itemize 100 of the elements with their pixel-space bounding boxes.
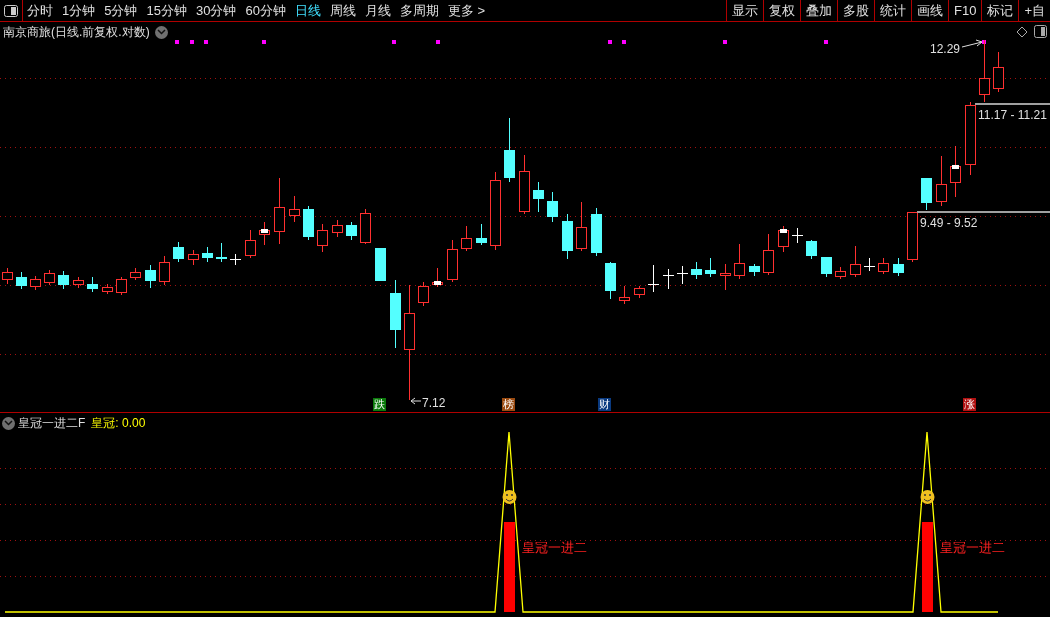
leader-arrow: [410, 397, 422, 405]
period-tab[interactable]: 60分钟: [245, 0, 286, 21]
candlestick: [73, 276, 84, 289]
smiley-icon: [502, 490, 517, 504]
candlestick: [245, 229, 256, 259]
chevron-down-icon[interactable]: [2, 416, 15, 430]
toolbar-button[interactable]: 统计: [874, 0, 911, 21]
candlestick: [676, 265, 689, 285]
price-range-label: 9.49 - 9.52: [920, 215, 978, 232]
candlestick: [749, 263, 760, 277]
low-price-label: 7.12: [422, 395, 446, 412]
candlestick: [390, 279, 401, 349]
period-tab[interactable]: 多周期: [399, 0, 439, 21]
signal-label: 皇冠一进二: [940, 539, 1005, 557]
toolbar-button[interactable]: 叠加: [800, 0, 837, 21]
candlestick: [821, 256, 832, 278]
indicator-value: 皇冠: 0.00: [91, 415, 146, 432]
candlestick: [87, 276, 98, 293]
chart-title: 南京商旅(日线.前复权.对数): [3, 24, 150, 41]
candlestick: [576, 201, 587, 252]
event-marker[interactable]: 榜: [502, 398, 515, 411]
toolbar-button[interactable]: 显示: [726, 0, 763, 21]
candlestick: [259, 221, 270, 246]
toolbar-button[interactable]: 标记: [981, 0, 1019, 21]
smiley-icon: [920, 490, 935, 504]
candlestick: [791, 227, 804, 244]
candlestick: [705, 257, 716, 278]
candlestick: [188, 249, 199, 266]
candlestick: [662, 268, 675, 290]
candlestick: [533, 181, 544, 213]
panel-toggle-icon[interactable]: [1034, 25, 1047, 38]
candlestick: [504, 117, 515, 183]
period-tab[interactable]: 5分钟: [104, 0, 138, 21]
indicator-name: 皇冠一进二F: [18, 415, 86, 432]
candlestick: [605, 261, 616, 300]
candlestick: [289, 195, 300, 223]
toolbar-button[interactable]: +自: [1018, 0, 1050, 21]
candlestick: [116, 276, 127, 296]
period-tab[interactable]: 30分钟: [195, 0, 237, 21]
candlestick: [647, 264, 660, 293]
candlestick: [734, 243, 745, 280]
candlestick: [850, 245, 861, 278]
candlestick: [806, 239, 817, 260]
candlestick: [878, 257, 889, 275]
toolbar-button[interactable]: 复权: [763, 0, 800, 21]
event-marker[interactable]: 跌: [373, 398, 386, 411]
event-marker[interactable]: 涨: [963, 398, 976, 411]
candlestick: [950, 145, 961, 198]
candlestick: [216, 242, 227, 263]
candlestick: [346, 221, 357, 241]
chevron-down-icon[interactable]: [154, 25, 168, 39]
event-marker[interactable]: 财: [598, 398, 611, 411]
candlestick: [461, 225, 472, 252]
candlestick: [907, 211, 918, 263]
candlestick: [619, 285, 630, 305]
candlestick: [58, 270, 69, 290]
high-price-label: 12.29: [930, 41, 961, 58]
candlestick: [447, 239, 458, 283]
candlestick: [130, 267, 141, 281]
candlestick: [274, 177, 285, 245]
candlestick: [102, 283, 113, 295]
candlestick: [16, 271, 27, 290]
period-tab[interactable]: 日线: [294, 0, 321, 21]
candlestick: [519, 154, 530, 215]
candlestick: [375, 247, 386, 282]
candlestick: [691, 261, 702, 280]
candlestick: [303, 205, 314, 241]
candlestick: [835, 266, 846, 280]
candlestick: [360, 208, 371, 245]
candlestick: [562, 213, 573, 260]
candlestick: [591, 207, 602, 257]
period-tab[interactable]: 分时: [27, 0, 53, 21]
candlestick: [921, 177, 932, 211]
candlestick: [173, 241, 184, 263]
candlestick: [317, 223, 328, 253]
candlestick: [44, 269, 55, 286]
candlestick: [159, 255, 170, 286]
period-tab[interactable]: 15分钟: [146, 0, 187, 21]
candlestick: [229, 253, 242, 266]
candlestick: [432, 267, 443, 288]
candlestick: [778, 225, 789, 253]
period-tab[interactable]: 更多 >: [447, 0, 486, 21]
candlestick: [202, 246, 213, 263]
period-tab[interactable]: 周线: [329, 0, 356, 21]
price-range-label: 11.17 - 11.21: [978, 107, 1047, 124]
candlestick: [936, 155, 947, 207]
candlestick: [720, 263, 731, 291]
toolbar-button[interactable]: F10: [948, 0, 982, 21]
toolbar-button[interactable]: 画线: [911, 0, 948, 21]
candlestick: [418, 281, 429, 307]
toolbar-button[interactable]: 多股: [837, 0, 874, 21]
candlestick: [763, 233, 774, 276]
candlestick: [634, 285, 645, 299]
candlestick: [145, 264, 156, 289]
diamond-icon[interactable]: [1016, 26, 1028, 38]
period-tab[interactable]: 月线: [364, 0, 391, 21]
candlestick: [993, 51, 1004, 93]
leader-arrow: [961, 39, 983, 48]
candlestick: [476, 223, 487, 246]
period-tab[interactable]: 1分钟: [62, 0, 96, 21]
